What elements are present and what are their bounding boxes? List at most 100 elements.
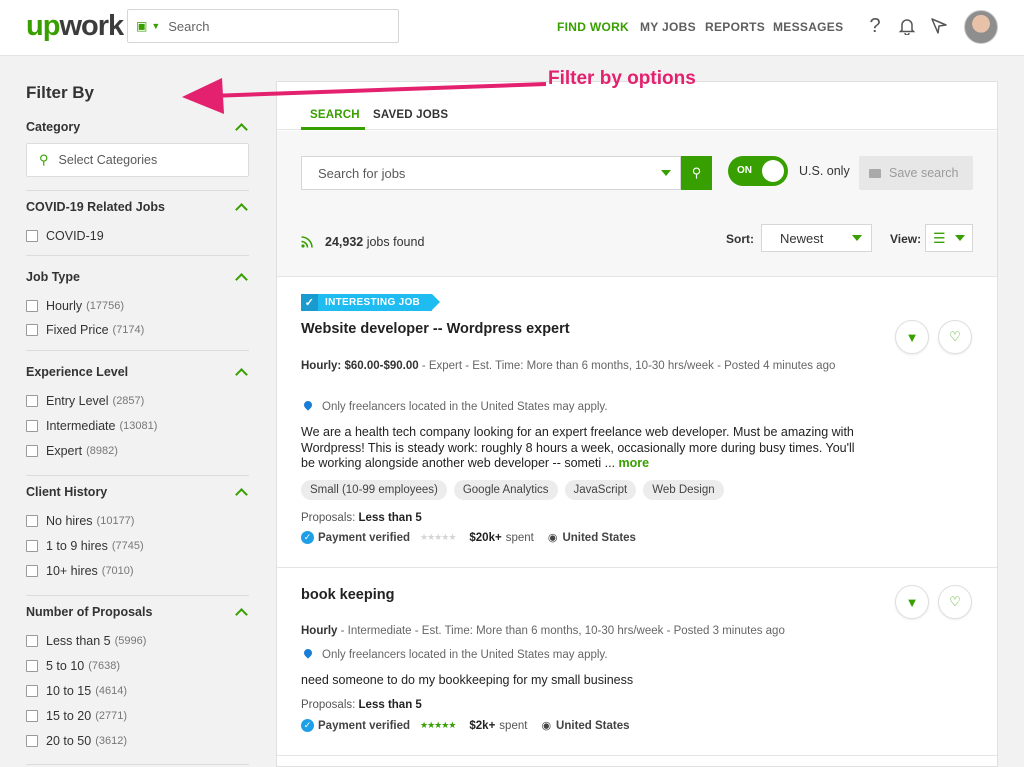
checkbox-5-to-10[interactable]: 5 to 10 (7638): [26, 659, 120, 673]
header-search-input[interactable]: ▣ ▼ Search: [127, 9, 399, 43]
job-card[interactable]: ✓ INTERESTING JOB Website developer -- Wo…: [277, 278, 997, 568]
checkbox-less-than-5[interactable]: Less than 5 (5996): [26, 634, 146, 648]
briefcase-icon[interactable]: ▣: [136, 19, 147, 33]
dropdown-arrow-icon: [852, 235, 862, 241]
checkbox-box[interactable]: [26, 324, 38, 336]
job-meta-rest: - Intermediate - Est. Time: More than 6 …: [337, 625, 785, 637]
rating-stars: ★★★★★: [420, 720, 456, 730]
checkbox-count: (3612): [95, 735, 127, 747]
checkbox-1-to-9-hires[interactable]: 1 to 9 hires (7745): [26, 539, 144, 553]
checkbox-box[interactable]: [26, 635, 38, 647]
save-job-button[interactable]: ♡: [938, 585, 972, 619]
upwork-logo[interactable]: upwork: [26, 10, 124, 43]
search-controls: Search for jobs ⚲ ON U.S. only Save sear…: [277, 131, 997, 277]
dropdown-arrow-icon[interactable]: [661, 170, 671, 176]
checkbox-covid[interactable]: COVID-19: [26, 229, 104, 243]
checkbox-box[interactable]: [26, 660, 38, 672]
save-search-button[interactable]: Save search: [859, 156, 973, 190]
skill-tag[interactable]: Small (10-99 employees): [301, 480, 447, 500]
proposals-info: Proposals: Less than 5: [301, 512, 422, 524]
checkbox-box[interactable]: [26, 515, 38, 527]
checkbox-box[interactable]: [26, 735, 38, 747]
job-title[interactable]: book keeping: [301, 587, 394, 603]
help-icon[interactable]: ?: [863, 14, 887, 38]
collapse-chevron-icon[interactable]: [235, 201, 247, 213]
check-icon: ✓: [301, 294, 318, 311]
interesting-job-badge: ✓ INTERESTING JOB: [301, 294, 441, 311]
checkbox-box[interactable]: [26, 395, 38, 407]
checkbox-count: (7010): [101, 565, 134, 577]
checkbox-box[interactable]: [26, 420, 38, 432]
thumbs-down-button[interactable]: ▼: [895, 585, 929, 619]
checkbox-10-to-15[interactable]: 10 to 15 (4614): [26, 684, 127, 698]
covid-heading: COVID-19 Related Jobs: [26, 200, 165, 214]
checkbox-entry-level[interactable]: Entry Level (2857): [26, 394, 144, 408]
checkbox-count: (2771): [95, 710, 127, 722]
us-only-toggle[interactable]: ON: [728, 156, 788, 186]
checkbox-intermediate[interactable]: Intermediate (13081): [26, 419, 157, 433]
location-pin-icon: [303, 401, 313, 413]
nav-find-work[interactable]: FIND WORK: [557, 20, 629, 34]
location-pin-icon: [303, 649, 313, 661]
bell-icon[interactable]: [895, 14, 919, 38]
view-select[interactable]: ☰: [925, 224, 973, 252]
collapse-chevron-icon[interactable]: [235, 271, 247, 283]
avatar[interactable]: [964, 10, 998, 44]
category-select-input[interactable]: ⚲ Select Categories: [26, 143, 249, 177]
checkbox-label: 20 to 50: [46, 734, 92, 748]
collapse-chevron-icon[interactable]: [235, 606, 247, 618]
description-text: need someone to do my bookkeeping for my…: [301, 673, 634, 687]
client-country: United States: [562, 531, 636, 544]
skill-tag[interactable]: Web Design: [643, 480, 724, 500]
skill-tags: Small (10-99 employees) Google Analytics…: [301, 480, 724, 500]
save-search-label: Save search: [889, 166, 959, 180]
checkbox-box[interactable]: [26, 565, 38, 577]
skill-tag[interactable]: Google Analytics: [453, 480, 558, 500]
nav-reports[interactable]: REPORTS: [705, 20, 765, 34]
checkbox-label: Intermediate: [46, 419, 116, 433]
send-icon[interactable]: [927, 14, 951, 38]
job-card[interactable]: book keeping ▼ ♡ Hourly - Intermediate -…: [277, 569, 997, 756]
checkbox-box[interactable]: [26, 710, 38, 722]
checkbox-hourly[interactable]: Hourly (17756): [26, 299, 124, 313]
category-heading: Category: [26, 120, 81, 134]
job-description: need someone to do my bookkeeping for my…: [301, 673, 861, 689]
location-restriction: Only freelancers located in the United S…: [301, 401, 608, 413]
job-rate: Hourly: $60.00-$90.00: [301, 360, 419, 372]
thumbs-down-button[interactable]: ▼: [895, 320, 929, 354]
collapse-chevron-icon[interactable]: [235, 486, 247, 498]
nav-messages[interactable]: MESSAGES: [773, 20, 843, 34]
sort-select[interactable]: Newest: [761, 224, 872, 252]
payment-verified: Payment verified: [318, 531, 411, 544]
checkbox-10-plus-hires[interactable]: 10+ hires (7010): [26, 564, 134, 578]
collapse-chevron-icon[interactable]: [235, 121, 247, 133]
sort-label: Sort:: [726, 232, 754, 246]
checkbox-expert[interactable]: Expert (8982): [26, 444, 118, 458]
checkbox-box[interactable]: [26, 230, 38, 242]
top-bar: upwork ▣ ▼ Search FIND WORK MY JOBS REPO…: [0, 0, 1024, 56]
client-country: United States: [556, 719, 630, 732]
checkbox-box[interactable]: [26, 685, 38, 697]
checkbox-20-to-50[interactable]: 20 to 50 (3612): [26, 734, 127, 748]
map-marker-icon: ◉: [547, 532, 558, 544]
nav-my-jobs[interactable]: MY JOBS: [640, 20, 696, 34]
checkbox-label: 10 to 15: [46, 684, 92, 698]
job-search-input[interactable]: Search for jobs: [301, 156, 681, 190]
checkbox-box[interactable]: [26, 445, 38, 457]
spent-label: spent: [505, 531, 534, 544]
checkbox-fixed-price[interactable]: Fixed Price (7174): [26, 323, 144, 337]
rss-icon[interactable]: [301, 235, 313, 248]
search-button[interactable]: ⚲: [681, 156, 712, 190]
chevron-down-icon[interactable]: ▼: [151, 21, 160, 31]
collapse-chevron-icon[interactable]: [235, 366, 247, 378]
checkbox-no-hires[interactable]: No hires (10177): [26, 514, 134, 528]
checkbox-label: No hires: [46, 514, 93, 528]
skill-tag[interactable]: JavaScript: [564, 480, 637, 500]
header-search-placeholder: Search: [168, 18, 210, 34]
job-title[interactable]: Website developer -- Wordpress expert: [301, 321, 570, 337]
checkbox-15-to-20[interactable]: 15 to 20 (2771): [26, 709, 127, 723]
save-job-button[interactable]: ♡: [938, 320, 972, 354]
checkbox-box[interactable]: [26, 300, 38, 312]
more-link[interactable]: more: [619, 456, 650, 470]
checkbox-box[interactable]: [26, 540, 38, 552]
